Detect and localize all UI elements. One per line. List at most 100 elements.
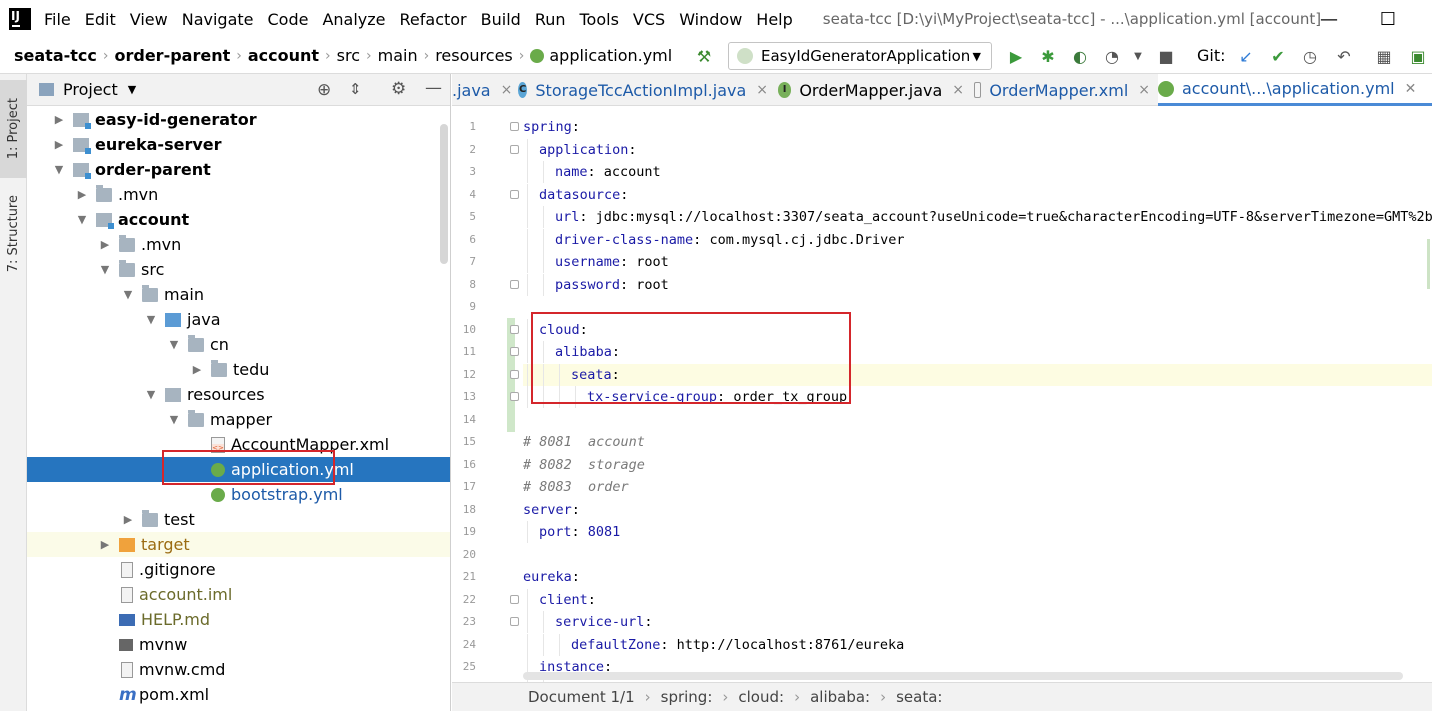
collapsed-arrow-icon[interactable]: ▶ — [53, 138, 65, 151]
tree-item[interactable]: HELP.md — [27, 607, 450, 632]
tree-item[interactable]: ▶ .mvn — [27, 182, 450, 207]
tree-item[interactable]: ▼ java — [27, 307, 450, 332]
tree-item[interactable]: ▶ tedu — [27, 357, 450, 382]
collapsed-arrow-icon[interactable]: ▶ — [76, 188, 88, 201]
menu-navigate[interactable]: Navigate — [182, 10, 254, 29]
breadcrumb-item[interactable]: src — [337, 46, 360, 65]
breadcrumb-item[interactable]: order-parent — [114, 46, 230, 65]
chevron-down-icon[interactable]: ▼ — [1128, 46, 1148, 66]
tree-item[interactable]: bootstrap.yml — [27, 482, 450, 507]
tree-item[interactable]: application.yml — [27, 457, 450, 482]
code-line[interactable]: datasource: — [523, 183, 1432, 206]
code-line[interactable]: server: — [523, 499, 1432, 521]
build-hammer-icon[interactable]: ⚒ — [694, 46, 714, 66]
rollback-icon[interactable]: ↶ — [1334, 46, 1354, 66]
git-update-icon[interactable]: ↙ — [1236, 46, 1256, 66]
breadcrumb-item[interactable]: resources — [435, 46, 513, 65]
run-configuration-select[interactable]: EasyIdGeneratorApplication ▼ — [728, 42, 992, 70]
close-tab-icon[interactable]: × — [501, 82, 513, 98]
code-line[interactable]: username: root — [523, 251, 1432, 273]
breadcrumb-item[interactable]: main — [378, 46, 418, 65]
editor-tab[interactable]: account\...\application.yml ✕ — [1158, 74, 1432, 106]
breadcrumb-item[interactable]: seata-tcc — [14, 46, 97, 65]
scroll-change-marker[interactable] — [1427, 239, 1430, 289]
expanded-arrow-icon[interactable]: ▼ — [168, 413, 180, 426]
terminal-icon[interactable]: ▣ — [1408, 46, 1428, 66]
code-line[interactable] — [523, 296, 1432, 318]
editor-tab[interactable]: I OrderMapper.java × — [778, 74, 964, 106]
editor-tab[interactable]: OrderMapper.xml × — [974, 74, 1150, 106]
tree-item[interactable]: AccountMapper.xml — [27, 432, 450, 457]
fold-marker-icon[interactable] — [510, 392, 519, 401]
history-icon[interactable]: ◷ — [1300, 46, 1320, 66]
fold-marker-icon[interactable] — [510, 189, 519, 199]
collapsed-arrow-icon[interactable]: ▶ — [53, 113, 65, 126]
fold-marker-icon[interactable] — [510, 324, 519, 334]
code-line[interactable]: cloud: — [523, 318, 1432, 341]
debug-icon[interactable]: ✱ — [1038, 46, 1058, 66]
menu-run[interactable]: Run — [535, 10, 566, 29]
git-commit-icon[interactable]: ✔ — [1268, 46, 1288, 66]
tree-item[interactable]: m pom.xml — [27, 682, 450, 707]
close-tab-icon[interactable]: × — [756, 82, 768, 98]
collapsed-arrow-icon[interactable]: ▶ — [99, 238, 111, 251]
horizontal-scrollbar[interactable] — [523, 672, 1403, 680]
expanded-arrow-icon[interactable]: ▼ — [145, 388, 157, 401]
code-area[interactable]: spring: application: name: account datasour… — [523, 106, 1432, 682]
minimize-icon[interactable]: — — [1316, 6, 1342, 32]
code-line[interactable]: alibaba: — [523, 341, 1432, 363]
expanded-arrow-icon[interactable]: ▼ — [99, 263, 111, 276]
tree-item[interactable]: account.iml — [27, 582, 450, 607]
code-line[interactable]: driver-class-name: com.mysql.cj.jdbc.Dri… — [523, 228, 1432, 251]
tree-item[interactable]: ▶ .mvn — [27, 232, 450, 257]
code-line[interactable]: tx-service-group: order_tx_group — [523, 386, 1432, 408]
run-icon[interactable]: ▶ — [1006, 46, 1026, 66]
code-line[interactable]: eureka: — [523, 566, 1432, 588]
close-tab-icon[interactable]: ✕ — [1405, 81, 1417, 97]
tree-item[interactable]: mvnw — [27, 632, 450, 657]
project-scrollbar[interactable] — [440, 124, 448, 264]
tree-item[interactable]: ▶ easy-id-generator — [27, 107, 450, 132]
project-structure-icon[interactable]: ▦ — [1374, 46, 1394, 66]
collapsed-arrow-icon[interactable]: ▶ — [99, 538, 111, 551]
editor-breadcrumb-item[interactable]: alibaba: — [810, 688, 870, 706]
fold-marker-icon[interactable] — [510, 617, 519, 626]
tree-item[interactable]: ▼ mapper — [27, 407, 450, 432]
tree-item[interactable]: ▼ resources — [27, 382, 450, 407]
editor-tab[interactable]: .java × — [452, 74, 512, 106]
tree-item[interactable]: ▼ cn — [27, 332, 450, 357]
editor-breadcrumb-item[interactable]: seata: — [896, 688, 942, 706]
close-tab-icon[interactable]: × — [952, 82, 964, 98]
tree-item[interactable]: ▼ account — [27, 207, 450, 232]
code-line[interactable]: name: account — [523, 161, 1432, 183]
fold-marker-icon[interactable] — [510, 347, 519, 356]
code-line[interactable]: port: 8081 — [523, 521, 1432, 543]
collapsed-arrow-icon[interactable]: ▶ — [122, 513, 134, 526]
menu-file[interactable]: File — [44, 10, 71, 29]
tree-item[interactable]: ▼ order-parent — [27, 157, 450, 182]
menu-build[interactable]: Build — [481, 10, 521, 29]
profile-icon[interactable]: ◔ — [1102, 46, 1122, 66]
tree-item[interactable]: ▶ eureka-server — [27, 132, 450, 157]
tree-item[interactable]: ▶ target — [27, 532, 450, 557]
close-tab-icon[interactable]: × — [1138, 82, 1150, 98]
expanded-arrow-icon[interactable]: ▼ — [145, 313, 157, 326]
project-tool-tab[interactable]: 1: Project — [0, 80, 27, 178]
menu-refactor[interactable]: Refactor — [400, 10, 467, 29]
menu-code[interactable]: Code — [268, 10, 309, 29]
tree-item[interactable]: ▼ main — [27, 282, 450, 307]
code-line[interactable]: # 8082 storage — [523, 454, 1432, 476]
fold-marker-icon[interactable] — [510, 594, 519, 604]
fold-marker-icon[interactable] — [510, 279, 519, 289]
stop-icon[interactable]: ■ — [1156, 46, 1176, 66]
code-line[interactable]: spring: — [523, 116, 1432, 138]
fold-marker-icon[interactable] — [510, 122, 519, 131]
code-line[interactable]: password: root — [523, 273, 1432, 296]
menu-vcs[interactable]: VCS — [633, 10, 665, 29]
editor-breadcrumb-item[interactable]: spring: — [661, 688, 713, 706]
editor-tab[interactable]: C StorageTccActionImpl.java × — [518, 74, 768, 106]
menu-window[interactable]: Window — [679, 10, 742, 29]
tree-item[interactable]: ▶ test — [27, 507, 450, 532]
coverage-icon[interactable]: ◐ — [1070, 46, 1090, 66]
code-line[interactable]: defaultZone: http://localhost:8761/eurek… — [523, 633, 1432, 656]
